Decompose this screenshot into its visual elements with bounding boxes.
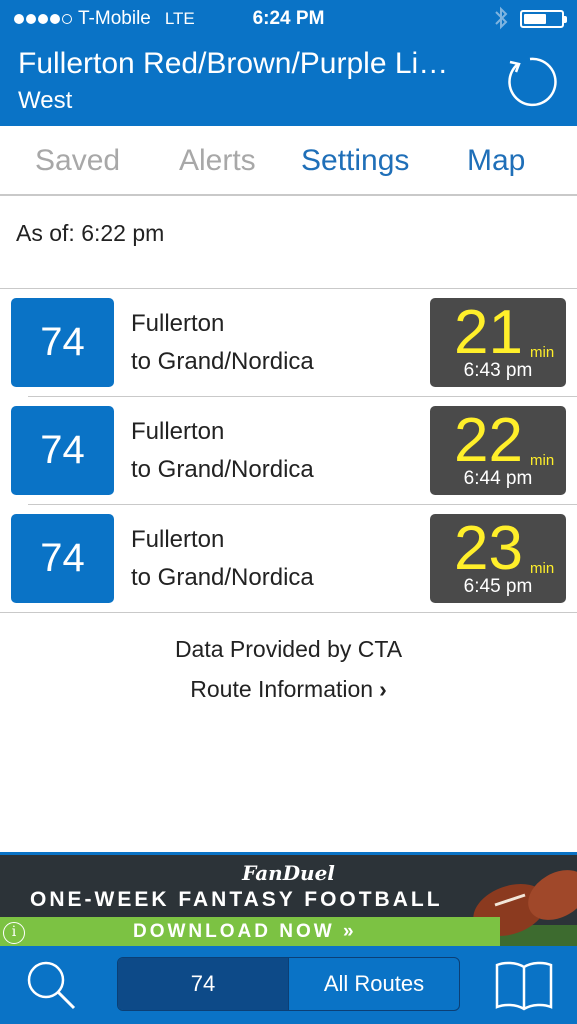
route-badge: 74 bbox=[11, 298, 114, 387]
info-icon[interactable]: i bbox=[3, 922, 25, 944]
arrival-time: 6:44 pm bbox=[463, 468, 533, 489]
eta-minutes: 21 bbox=[454, 298, 523, 367]
eta-box: 21 min 6:43 pm bbox=[430, 298, 566, 387]
bottom-toolbar: 74 All Routes bbox=[0, 946, 577, 1024]
status-time: 6:24 PM bbox=[252, 8, 325, 29]
route-filter-button[interactable]: 74 bbox=[118, 958, 289, 1010]
bluetooth-icon bbox=[495, 6, 508, 30]
last-updated-text: As of: 6:22 pm bbox=[16, 220, 165, 246]
route-badge: 74 bbox=[11, 514, 114, 603]
stop-info: Fullerton to Grand/Nordica bbox=[131, 413, 314, 489]
refresh-icon[interactable] bbox=[500, 52, 560, 112]
destination: to Grand/Nordica bbox=[131, 564, 314, 591]
eta-minutes: 22 bbox=[454, 406, 523, 475]
ad-brand: FanDuel bbox=[242, 861, 335, 885]
tab-map[interactable]: Map bbox=[467, 144, 525, 178]
ad-headline: ONE-WEEK FANTASY FOOTBALL bbox=[30, 888, 443, 911]
page-title: Fullerton Red/Brown/Purple Li… bbox=[18, 47, 449, 80]
arrival-time: 6:43 pm bbox=[463, 360, 533, 381]
route-information-link[interactable]: Route Information › bbox=[0, 676, 577, 703]
eta-unit: min bbox=[530, 452, 555, 469]
eta-box: 23 min 6:45 pm bbox=[430, 514, 566, 603]
direction-subtitle: West bbox=[18, 87, 73, 114]
prediction-row[interactable]: 74 Fullerton to Grand/Nordica 22 min 6:4… bbox=[0, 397, 577, 505]
eta-minutes: 23 bbox=[454, 514, 523, 583]
arrival-time: 6:45 pm bbox=[463, 576, 533, 597]
battery-icon bbox=[520, 10, 567, 28]
stop-info: Fullerton to Grand/Nordica bbox=[131, 305, 314, 381]
destination: to Grand/Nordica bbox=[131, 456, 314, 483]
ad-cta[interactable]: DOWNLOAD NOW » bbox=[133, 921, 357, 943]
stop-info: Fullerton to Grand/Nordica bbox=[131, 521, 314, 597]
eta-unit: min bbox=[530, 560, 555, 577]
eta-unit: min bbox=[530, 344, 555, 361]
destination: to Grand/Nordica bbox=[131, 348, 314, 375]
book-icon[interactable] bbox=[494, 959, 554, 1011]
all-routes-button[interactable]: All Routes bbox=[289, 958, 459, 1010]
route-badge: 74 bbox=[11, 406, 114, 495]
data-credit: Data Provided by CTA bbox=[174, 636, 403, 662]
tab-saved[interactable]: Saved bbox=[35, 144, 120, 178]
ad-banner[interactable]: FanDuel ONE-WEEK FANTASY FOOTBALL DOWNLO… bbox=[0, 852, 577, 946]
eta-box: 22 min 6:44 pm bbox=[430, 406, 566, 495]
tab-settings[interactable]: Settings bbox=[301, 144, 409, 178]
route-filter-segmented-control: 74 All Routes bbox=[117, 957, 460, 1011]
prediction-row[interactable]: 74 Fullerton to Grand/Nordica 21 min 6:4… bbox=[0, 289, 577, 397]
route-information-label: Route Information bbox=[190, 676, 374, 702]
stop-name: Fullerton bbox=[131, 526, 225, 553]
prediction-row[interactable]: 74 Fullerton to Grand/Nordica 23 min 6:4… bbox=[0, 505, 577, 613]
tab-bar: Saved Alerts Settings Map bbox=[0, 126, 577, 196]
divider bbox=[0, 612, 577, 613]
status-bar: T-Mobile LTE 6:24 PM bbox=[0, 6, 577, 32]
search-icon[interactable] bbox=[24, 958, 78, 1012]
stop-name: Fullerton bbox=[131, 310, 225, 337]
app-header: T-Mobile LTE 6:24 PM Fullerton Red/Brown… bbox=[0, 0, 577, 126]
stop-name: Fullerton bbox=[131, 418, 225, 445]
chevron-right-icon: › bbox=[379, 676, 387, 702]
tab-alerts[interactable]: Alerts bbox=[179, 144, 256, 178]
